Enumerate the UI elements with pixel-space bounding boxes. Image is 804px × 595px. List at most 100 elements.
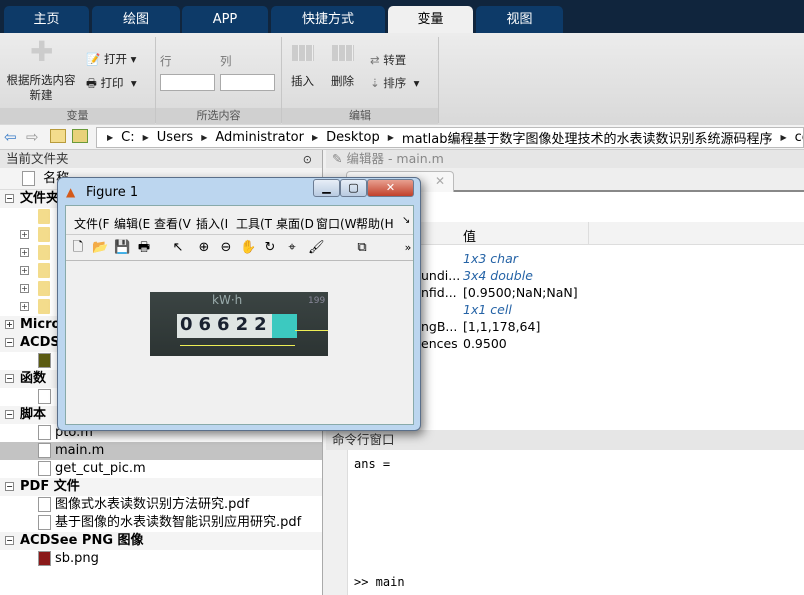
- figure-menu[interactable]: 插入(I: [196, 215, 228, 232]
- open-icon[interactable]: 📂: [92, 240, 108, 256]
- collapse-icon[interactable]: −: [5, 338, 14, 347]
- tree-group[interactable]: − PDF 文件: [0, 478, 322, 496]
- var-name: nfid...: [421, 285, 457, 300]
- expand-icon[interactable]: +: [20, 230, 29, 239]
- print-button[interactable]: 🖶 打印 ▾: [86, 75, 137, 95]
- maximize-button[interactable]: ▢: [340, 179, 367, 197]
- crumb[interactable]: Administrator: [215, 130, 304, 145]
- figure-menu[interactable]: 桌面(D: [276, 215, 314, 232]
- zoom-out-icon[interactable]: ⊖: [218, 240, 234, 256]
- crumb[interactable]: Users: [157, 130, 193, 145]
- link-icon[interactable]: ⧉: [354, 240, 370, 256]
- pan-icon[interactable]: ✋: [240, 240, 256, 256]
- tab-apps[interactable]: APP: [182, 6, 268, 33]
- m-file-icon: [38, 425, 51, 440]
- save-icon[interactable]: 💾: [114, 240, 130, 256]
- command-prompt[interactable]: >> main: [354, 575, 405, 589]
- tree-item[interactable]: get_cut_pic.m: [0, 460, 322, 478]
- rotate-icon[interactable]: ↻: [262, 240, 278, 256]
- open-button[interactable]: 📝 打开 ▾: [86, 51, 136, 67]
- figure-menu[interactable]: 查看(V: [154, 215, 191, 232]
- zoom-in-icon[interactable]: ⊕: [196, 240, 212, 256]
- figure-menu[interactable]: 窗口(W: [316, 215, 357, 232]
- pdf-file-icon: [38, 515, 51, 530]
- collapse-icon[interactable]: −: [5, 536, 14, 545]
- tree-item[interactable]: main.m: [0, 442, 322, 460]
- tree-item[interactable]: 图像式水表读数识别方法研究.pdf: [0, 496, 322, 514]
- expand-icon[interactable]: +: [5, 320, 14, 329]
- figure-window[interactable]: ▲ Figure 1 ▁ ▢ ✕ 文件(F 编辑(E 查看(V 插入(I 工具(T 桌面(…: [57, 177, 421, 431]
- image-reading: 06622: [180, 314, 273, 335]
- command-output[interactable]: ans = >> main: [348, 450, 804, 595]
- expand-icon[interactable]: +: [20, 284, 29, 293]
- folder-icon: [38, 263, 50, 278]
- expand-icon[interactable]: +: [20, 266, 29, 275]
- value-column-header[interactable]: 值: [463, 226, 476, 245]
- tab-home[interactable]: 主页: [4, 6, 89, 33]
- item-label: get_cut_pic.m: [55, 461, 146, 476]
- collapse-icon[interactable]: −: [5, 374, 14, 383]
- tab-shortcuts[interactable]: 快捷方式: [271, 6, 385, 33]
- row-input[interactable]: [160, 74, 215, 91]
- tab-view[interactable]: 视图: [476, 6, 563, 33]
- item-label: 基于图像的水表读数智能识别应用研究.pdf: [55, 515, 302, 530]
- tab-plots[interactable]: 绘图: [92, 6, 180, 33]
- browse-folder-icon[interactable]: [72, 129, 88, 143]
- tree-item[interactable]: 基于图像的水表读数智能识别应用研究.pdf: [0, 514, 322, 532]
- tree-group[interactable]: − ACDSee PNG 图像: [0, 532, 322, 550]
- insert-button[interactable]: 插入: [291, 73, 314, 89]
- editor-header: ✎ 编辑器 - main.m: [326, 150, 804, 168]
- figure-title: Figure 1: [86, 185, 139, 200]
- crumb[interactable]: Desktop: [326, 130, 380, 145]
- transpose-button[interactable]: ⇄ 转置: [370, 52, 406, 68]
- editor-title: 编辑器 - main.m: [346, 151, 444, 166]
- panel-menu-icon[interactable]: ⊙: [303, 151, 312, 169]
- new-from-selection-button[interactable]: 根据所选内容新建: [6, 73, 76, 103]
- figure-menu[interactable]: 工具(T: [236, 215, 272, 232]
- data-cursor-icon[interactable]: ⌖: [284, 240, 300, 256]
- delete-icon: [332, 45, 354, 61]
- tree-item[interactable]: sb.png: [0, 550, 322, 568]
- brush-icon[interactable]: 🖌: [308, 240, 325, 256]
- tab-variable[interactable]: 变量: [388, 6, 473, 33]
- toolbar-overflow-icon[interactable]: »: [400, 240, 416, 256]
- figure-menu[interactable]: 编辑(E: [114, 215, 150, 232]
- path-breadcrumb[interactable]: ▶ C: ▶ Users ▶ Administrator ▶ Desktop ▶ matl…: [96, 127, 804, 148]
- print-label: 打印: [100, 76, 124, 90]
- up-folder-icon[interactable]: [50, 129, 66, 143]
- menu-overflow-icon[interactable]: ↘: [402, 215, 410, 226]
- crumb[interactable]: matlab编程基于数字图像处理技术的水表读数识别系统源码程序: [402, 128, 773, 147]
- row-label: 行: [160, 54, 172, 68]
- back-icon[interactable]: ⇦: [4, 128, 17, 146]
- figure-menu[interactable]: 帮助(H: [356, 215, 394, 232]
- item-label: sb.png: [55, 551, 99, 566]
- crumb[interactable]: code: [795, 130, 803, 145]
- item-label: main.m: [55, 443, 105, 458]
- delete-button[interactable]: 删除: [331, 73, 354, 89]
- forward-icon[interactable]: ⇨: [26, 128, 39, 146]
- minimize-button[interactable]: ▁: [313, 179, 340, 197]
- close-tab-icon[interactable]: ✕: [435, 174, 445, 188]
- dropdown-icon: ▾: [413, 76, 420, 90]
- section-variable: 变量: [0, 108, 155, 124]
- sort-button[interactable]: ⇣ 排序 ▾: [370, 75, 419, 91]
- expand-icon[interactable]: +: [20, 302, 29, 311]
- figure-menu[interactable]: 文件(F: [74, 215, 110, 232]
- expand-icon[interactable]: +: [20, 248, 29, 257]
- pencil-icon: 📝: [86, 52, 101, 66]
- pointer-icon[interactable]: ↖: [170, 240, 186, 256]
- close-button[interactable]: ✕: [367, 179, 414, 197]
- item-label: 脚本: [20, 407, 47, 422]
- crumb[interactable]: C:: [121, 130, 134, 145]
- command-window-title: 命令行窗口: [326, 430, 804, 450]
- collapse-icon[interactable]: −: [5, 194, 14, 203]
- new-icon[interactable]: 🗋: [70, 240, 86, 256]
- open-label: 打开: [103, 52, 127, 66]
- collapse-icon[interactable]: −: [5, 482, 14, 491]
- collapse-icon[interactable]: −: [5, 410, 14, 419]
- col-input[interactable]: [220, 74, 275, 91]
- printer-icon: 🖶: [86, 76, 97, 90]
- dropdown-icon: ▾: [130, 76, 137, 90]
- print-icon[interactable]: 🖶: [136, 240, 152, 256]
- chevron-right-icon: ▶: [387, 133, 394, 142]
